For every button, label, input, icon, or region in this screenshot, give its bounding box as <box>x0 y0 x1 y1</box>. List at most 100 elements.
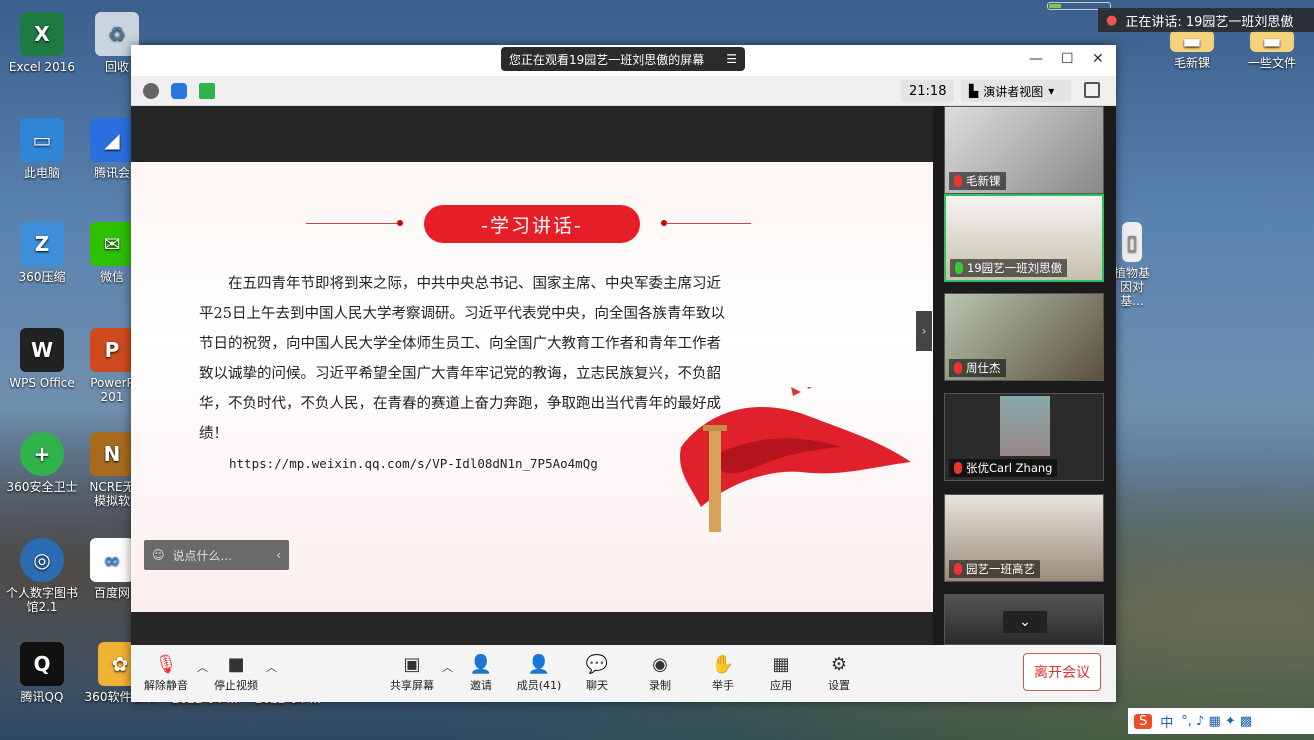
chevron-up-icon[interactable]: ︿ <box>266 659 277 675</box>
invite-button[interactable]: 👤 邀请 <box>451 653 511 693</box>
members-button[interactable]: 👤 成员(41) <box>509 653 569 693</box>
desktop-icon-digital-library[interactable]: ◎ 个人数字图书 馆2.1 <box>0 538 84 614</box>
desktop-icon-folder-files[interactable]: ▬ 一些文件 <box>1232 29 1312 70</box>
folder-icon: ▬ <box>1250 29 1294 53</box>
info-icon[interactable] <box>143 83 159 99</box>
apps-icon: ▦ <box>772 653 790 675</box>
desktop-icon-label: Excel 2016 <box>8 60 76 74</box>
sogou-ime-icon[interactable]: S <box>1134 713 1153 729</box>
desktop-icon-label: 腾讯QQ <box>20 690 64 704</box>
settings-button[interactable]: ⚙ 设置 <box>809 653 869 693</box>
shared-slide: -学习讲话- 在五四青年节即将到来之际，中共中央总书记、国家主席、中央军委主席习… <box>131 162 933 612</box>
record-button[interactable]: ◉ 录制 <box>630 653 690 693</box>
wechat-icon: ✉ <box>90 222 134 266</box>
desktop-icon-qq[interactable]: Q 腾讯QQ <box>2 642 82 704</box>
meeting-toolbar: 21:18 ▙ 演讲者视图 ▾ <box>131 76 1116 106</box>
raise-hand-button[interactable]: ✋ 举手 <box>693 653 753 693</box>
360-safe-icon: + <box>20 432 64 476</box>
viewing-label: 您正在观看19园艺一班刘思傲的屏幕 <box>509 52 705 67</box>
camera-icon: ■ <box>227 653 245 675</box>
share-screen-button[interactable]: ▣ 共享屏幕 <box>382 653 442 693</box>
muted-mic-icon: 🎙 <box>154 653 178 675</box>
leave-meeting-button[interactable]: 离开会议 <box>1023 653 1101 691</box>
scroll-down-button[interactable]: ⌄ <box>1003 611 1047 633</box>
divider-dot <box>397 220 403 226</box>
hand-icon: ✋ <box>711 653 735 675</box>
desktop-icon-label: 一些文件 <box>1247 56 1296 70</box>
tencent-meeting-icon: ◢ <box>90 118 134 162</box>
shield-icon[interactable] <box>171 83 187 99</box>
unmute-label: 解除静音 <box>144 679 188 692</box>
chat-input[interactable]: ☺ 说点什么... ‹ <box>144 540 289 570</box>
chat-label: 聊天 <box>586 679 608 692</box>
viewing-banner: 您正在观看19园艺一班刘思傲的屏幕 ☰ <box>501 47 745 71</box>
chevron-down-icon: ▾ <box>1048 84 1055 98</box>
desktop-icon-360safe[interactable]: + 360安全卫士 <box>2 432 82 494</box>
participant-tile-active[interactable]: 19园艺一班刘思傲 <box>944 194 1104 282</box>
speaking-indicator: ● 正在讲话: 19园艺一班刘思傲 <box>1098 8 1314 32</box>
fullscreen-icon[interactable] <box>1084 82 1100 98</box>
menu-icon[interactable]: ☰ <box>726 52 737 66</box>
chat-icon: 💬 <box>585 653 609 675</box>
participant-tile[interactable]: 园艺一班高艺 <box>944 494 1104 582</box>
participant-name-tag: 周仕杰 <box>949 359 1006 377</box>
members-label: 成员(41) <box>516 679 562 692</box>
participant-name: 周仕杰 <box>966 361 1001 375</box>
share-screen-icon: ▣ <box>403 653 421 675</box>
collapse-panel-button[interactable]: › <box>916 311 932 351</box>
participant-video <box>1000 396 1050 456</box>
slide-paragraph: 在五四青年节即将到来之际，中共中央总书记、国家主席、中央军委主席习近平25日上午… <box>199 276 725 442</box>
red-flag-illustration <box>680 387 911 532</box>
desktop-icon-label: 植物基 因对基... <box>1113 266 1150 308</box>
view-mode-label: 演讲者视图 <box>983 84 1044 99</box>
stop-video-button[interactable]: ■ 停止视频 <box>206 653 266 693</box>
emoji-icon[interactable]: ☺ <box>152 548 165 562</box>
participant-tile[interactable]: 毛新锞 <box>944 106 1104 194</box>
chevron-left-icon[interactable]: ‹ <box>276 548 281 562</box>
chat-placeholder: 说点什么... <box>172 548 232 563</box>
meeting-window: 您正在观看19园艺一班刘思傲的屏幕 ☰ — ☐ ✕ 21:18 ▙ 演讲者视图 … <box>131 45 1116 702</box>
participant-name-tag: 毛新锞 <box>949 172 1006 190</box>
desktop-icon-label: 个人数字图书 馆2.1 <box>5 586 78 614</box>
participant-name-tag: 19园艺一班刘思傲 <box>950 259 1068 277</box>
tray-icons[interactable]: °, ♪ ▦ ✦ ▩ <box>1181 714 1252 729</box>
desktop-icon-360zip[interactable]: Z 360压缩 <box>2 222 82 284</box>
divider <box>306 223 401 224</box>
participant-tile-partial[interactable]: ⌄ <box>944 594 1104 645</box>
close-icon[interactable]: ✕ <box>1092 51 1104 67</box>
desktop-icon-plant-doc[interactable]: ▯ 植物基 因对基... <box>1110 222 1154 308</box>
view-mode-dropdown[interactable]: ▙ 演讲者视图 ▾ <box>961 80 1071 102</box>
desktop-icon-label: 360压缩 <box>18 270 66 284</box>
record-label: 录制 <box>649 679 671 692</box>
shared-screen-top-bar <box>131 106 933 162</box>
system-tray: S 中 °, ♪ ▦ ✦ ▩ <box>1128 708 1314 734</box>
apps-button[interactable]: ▦ 应用 <box>751 653 811 693</box>
desktop-icon-folder-mao[interactable]: ▬ 毛新锞 <box>1152 29 1232 70</box>
desktop-icon-wps[interactable]: W WPS Office <box>2 328 82 390</box>
minimize-icon[interactable]: — <box>1029 51 1043 67</box>
muted-mic-icon <box>954 462 962 474</box>
slide-heading: -学习讲话- <box>424 205 640 243</box>
ime-mode[interactable]: 中 <box>1160 712 1173 731</box>
ncre-icon: N <box>90 432 134 476</box>
participant-tile[interactable]: 周仕杰 <box>944 293 1104 381</box>
members-icon: 👤 <box>527 653 551 675</box>
participant-tile[interactable]: 张优Carl Zhang <box>944 393 1104 481</box>
unmute-button[interactable]: 🎙 解除静音 <box>136 653 196 693</box>
share-screen-label: 共享屏幕 <box>390 679 434 692</box>
participant-list: 毛新锞 19园艺一班刘思傲 周仕杰 张优Carl Zhang 园艺一班高艺 ⌄ <box>941 106 1111 645</box>
powerpoint-icon: P <box>90 328 134 372</box>
slide-url: https://mp.weixin.qq.com/s/VP-Idl08dN1n_… <box>229 456 598 471</box>
maximize-icon[interactable]: ☐ <box>1061 51 1074 67</box>
participant-name-tag: 园艺一班高艺 <box>949 560 1040 578</box>
desktop-icon-label: 360安全卫士 <box>6 480 78 494</box>
desktop-icon-excel[interactable]: X Excel 2016 <box>2 12 82 74</box>
globe-icon: ◎ <box>20 538 64 582</box>
participant-name: 园艺一班高艺 <box>966 562 1035 576</box>
signal-icon[interactable] <box>199 83 215 99</box>
desktop-icon-label: WPS Office <box>9 376 75 390</box>
participant-name: 19园艺一班刘思傲 <box>967 261 1063 275</box>
desktop-icon-this-pc[interactable]: ▭ 此电脑 <box>2 118 82 180</box>
computer-icon: ▭ <box>20 118 64 162</box>
chat-button[interactable]: 💬 聊天 <box>567 653 627 693</box>
